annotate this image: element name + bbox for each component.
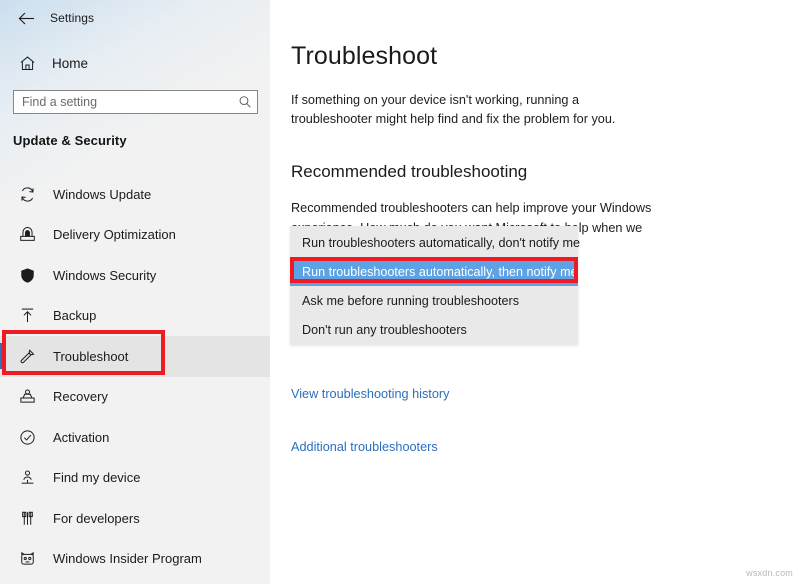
section-title-recommended-troubleshooting: Recommended troubleshooting <box>291 162 528 181</box>
recommended-troubleshooting-dropdown[interactable]: Run troubleshooters automatically, don't… <box>290 226 580 345</box>
selection-accent-bar <box>0 303 3 329</box>
sync-icon <box>13 186 41 203</box>
shield-icon <box>13 267 41 284</box>
search-placeholder: Find a setting <box>22 95 98 109</box>
dropdown-option-auto-then-notify[interactable]: Run troubleshooters automatically, then … <box>290 257 578 286</box>
sidebar-item-label: Backup <box>53 308 97 324</box>
selection-accent-bar <box>0 424 3 450</box>
person-location-icon <box>13 469 41 486</box>
sidebar-item-home[interactable]: Home <box>0 48 270 78</box>
selection-accent-bar <box>0 262 3 288</box>
sidebar-item-label: Windows Update <box>53 186 152 202</box>
titlebar: Settings <box>0 3 270 33</box>
app-title: Settings <box>50 11 95 25</box>
watermark: wsxdn.com <box>746 568 793 578</box>
sidebar-item-home-label: Home <box>52 55 89 71</box>
recovery-icon <box>13 388 41 405</box>
sidebar-item-label: Delivery Optimization <box>53 227 176 243</box>
sidebar-item-delivery-optimization[interactable]: Delivery Optimization <box>0 215 270 256</box>
sidebar-item-recovery[interactable]: Recovery <box>0 377 270 418</box>
page-title: Troubleshoot <box>291 42 438 70</box>
sidebar-item-label: Windows Security <box>53 267 157 283</box>
dropdown-option-dont-run-any[interactable]: Don't run any troubleshooters <box>290 315 578 344</box>
sidebar-item-label: For developers <box>53 510 140 526</box>
selection-accent-bar <box>0 181 3 207</box>
dropdown-option-ask-before-running[interactable]: Ask me before running troubleshooters <box>290 286 578 315</box>
back-arrow-icon[interactable] <box>8 4 44 32</box>
sidebar-item-find-my-device[interactable]: Find my device <box>0 458 270 499</box>
delivery-box-icon <box>13 226 41 243</box>
selection-accent-bar <box>0 222 3 248</box>
sidebar-item-troubleshoot[interactable]: Troubleshoot <box>0 336 270 377</box>
sidebar-item-label: Activation <box>53 429 110 445</box>
intro-text: If something on your device isn't workin… <box>291 93 616 126</box>
sidebar-item-for-developers[interactable]: For developers <box>0 498 270 539</box>
sidebar-item-windows-security[interactable]: Windows Security <box>0 255 270 296</box>
developer-tools-icon <box>13 510 41 527</box>
sidebar-item-label: Find my device <box>53 470 141 486</box>
settings-window: Settings Home Find a setting Update & Se… <box>0 0 800 584</box>
insider-icon <box>13 550 41 567</box>
selection-accent-bar <box>0 465 3 491</box>
selection-accent-bar <box>0 505 3 531</box>
sidebar-item-label: Recovery <box>53 389 108 405</box>
check-circle-icon <box>13 429 41 446</box>
selection-accent-bar <box>0 546 3 572</box>
sidebar-item-label: Windows Insider Program <box>53 551 202 567</box>
link-additional-troubleshooters[interactable]: Additional troubleshooters <box>291 440 438 454</box>
link-view-troubleshooting-history[interactable]: View troubleshooting history <box>291 387 449 401</box>
search-input[interactable]: Find a setting <box>13 90 258 114</box>
selection-accent-bar <box>0 343 3 369</box>
main-content: Troubleshoot If something on your device… <box>270 0 800 584</box>
search-icon[interactable] <box>233 95 257 109</box>
home-icon <box>12 55 42 72</box>
wrench-icon <box>13 348 41 365</box>
sidebar-group-header: Update & Security <box>13 133 127 148</box>
sidebar-item-windows-update[interactable]: Windows Update <box>0 174 270 215</box>
sidebar-item-activation[interactable]: Activation <box>0 417 270 458</box>
sidebar-nav-list: Windows Update Delivery Optimization Win… <box>0 174 270 579</box>
upload-arrow-icon <box>13 307 41 324</box>
selection-accent-bar <box>0 384 3 410</box>
sidebar: Settings Home Find a setting Update & Se… <box>0 0 270 584</box>
sidebar-item-windows-insider-program[interactable]: Windows Insider Program <box>0 539 270 580</box>
dropdown-option-auto-no-notify[interactable]: Run troubleshooters automatically, don't… <box>290 228 580 257</box>
sidebar-item-backup[interactable]: Backup <box>0 296 270 337</box>
sidebar-item-label: Troubleshoot <box>53 348 129 364</box>
